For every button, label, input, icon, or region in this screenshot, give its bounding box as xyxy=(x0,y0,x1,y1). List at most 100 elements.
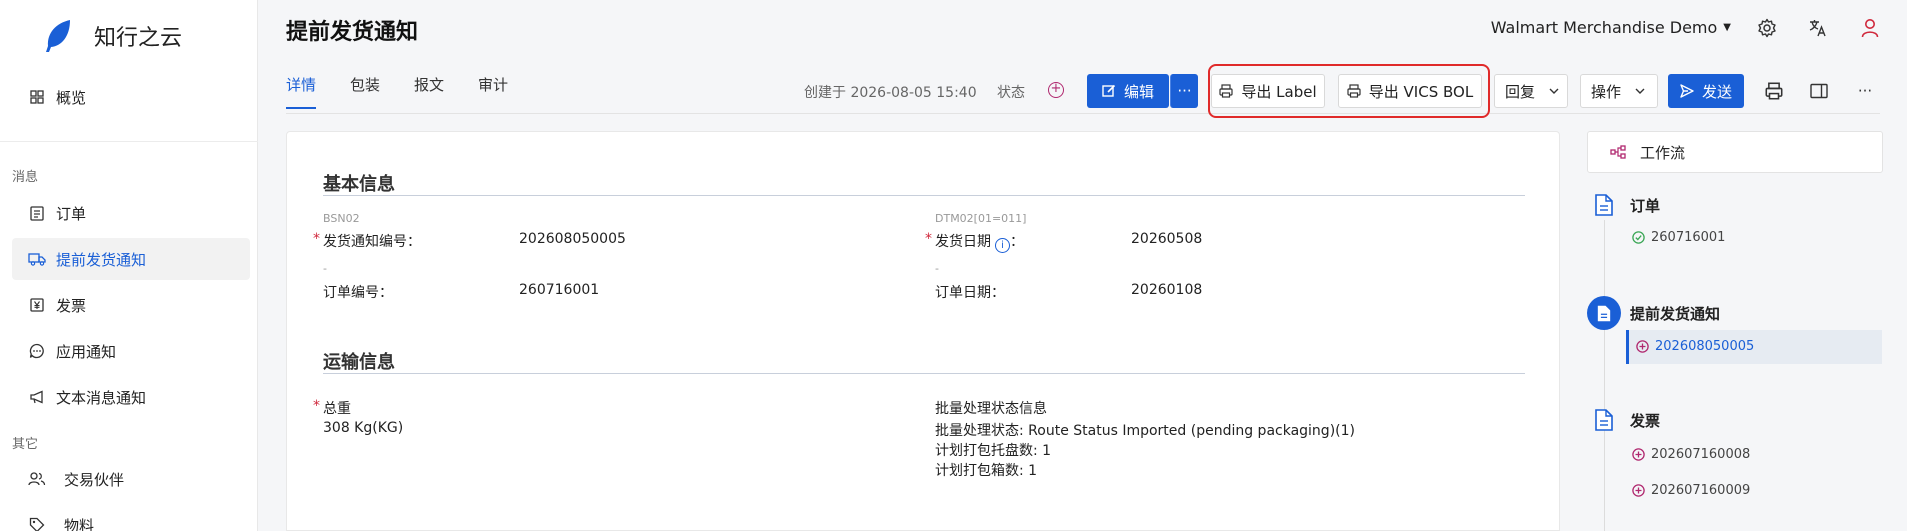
required-marker: * xyxy=(313,398,320,414)
edit-label: 编辑 xyxy=(1123,82,1154,101)
send-icon xyxy=(1680,84,1694,98)
add-status-icon[interactable]: + xyxy=(1048,82,1064,98)
order-number-value: 260716001 xyxy=(519,282,600,298)
gross-weight-value: 308 Kg(KG) xyxy=(323,420,404,436)
edit-icon xyxy=(1102,84,1116,98)
workflow-link-text: 202607160008 xyxy=(1651,447,1751,462)
edit-more-button[interactable]: ··· xyxy=(1170,74,1198,108)
tab-audit[interactable]: 审计 xyxy=(478,74,508,109)
sidebar-item-label: 物料 xyxy=(64,516,95,531)
tab-details[interactable]: 详情 xyxy=(286,74,317,109)
workflow-link-invoice[interactable]: 202607160009 xyxy=(1632,483,1750,498)
batch-status-title: 批量处理状态信息 xyxy=(935,401,1047,417)
users-icon xyxy=(28,470,46,488)
sidebar: 知行之云 概览 消息 订单 提前发货通知 发票 应用通知 文本消息通知 其它 交… xyxy=(0,0,258,531)
detail-tabs: 详情 包装 报文 审计 xyxy=(286,74,542,109)
yen-receipt-icon xyxy=(28,296,46,314)
translate-icon[interactable] xyxy=(1806,16,1830,40)
workflow-timeline xyxy=(1604,220,1605,531)
sidebar-item-partners[interactable]: 交易伙伴 xyxy=(12,458,250,500)
ship-date-value: 20260508 xyxy=(1131,231,1203,247)
sidebar-item-orders[interactable]: 订单 xyxy=(12,192,250,234)
nav-group-messages: 消息 xyxy=(12,170,39,185)
workflow-link-asn[interactable]: 202608050005 xyxy=(1636,339,1754,354)
sidebar-item-text-notices[interactable]: 文本消息通知 xyxy=(12,376,250,418)
tab-packaging[interactable]: 包装 xyxy=(350,74,380,109)
chevron-down-icon xyxy=(1549,88,1559,94)
workflow-link-invoice[interactable]: 202607160008 xyxy=(1632,447,1750,462)
sidebar-item-label: 概览 xyxy=(56,88,87,107)
document-icon xyxy=(1594,193,1614,217)
ship-date-label-text: 发货日期 xyxy=(935,234,991,250)
actions-dropdown[interactable]: 操作 xyxy=(1580,74,1658,108)
export-label-text: 导出 Label xyxy=(1241,82,1317,101)
add-circle-icon xyxy=(1632,484,1645,497)
field-code: DTM02[01=011] xyxy=(935,212,1027,225)
workflow-header[interactable]: 工作流 xyxy=(1587,131,1883,173)
status-label: 状态 xyxy=(997,85,1025,101)
print-icon[interactable] xyxy=(1762,79,1786,103)
ship-date-colon: ： xyxy=(1010,234,1024,250)
workflow-title: 工作流 xyxy=(1640,143,1686,162)
workflow-link-text: 260716001 xyxy=(1651,230,1726,245)
section-divider xyxy=(323,373,1525,374)
nav-group-other: 其它 xyxy=(12,437,39,452)
sidebar-item-asn[interactable]: 提前发货通知 xyxy=(12,238,250,280)
sidebar-item-label: 交易伙伴 xyxy=(64,470,125,489)
sidebar-item-overview[interactable]: 概览 xyxy=(12,76,250,118)
document-icon xyxy=(1594,408,1614,432)
page-title: 提前发货通知 xyxy=(286,20,419,45)
truck-icon xyxy=(28,250,46,268)
section-title-transport: 运输信息 xyxy=(323,352,395,373)
printer-icon xyxy=(1219,84,1233,98)
side-panel-icon[interactable] xyxy=(1807,79,1831,103)
gross-weight-label: 总重 xyxy=(323,401,351,417)
field-code: BSN02 xyxy=(323,212,360,225)
check-circle-icon xyxy=(1632,231,1645,244)
required-marker: * xyxy=(313,231,320,247)
sidebar-item-label: 提前发货通知 xyxy=(56,250,147,269)
export-label-button[interactable]: 导出 Label xyxy=(1211,74,1325,108)
export-vics-bol-text: 导出 VICS BOL xyxy=(1368,82,1474,101)
caret-down-icon: ▼ xyxy=(1723,22,1731,33)
edit-button[interactable]: 编辑 xyxy=(1087,74,1169,108)
sidebar-item-materials[interactable]: 物料 xyxy=(12,504,250,531)
sidebar-divider xyxy=(0,141,258,142)
workflow-step-title: 提前发货通知 xyxy=(1630,305,1721,323)
megaphone-icon xyxy=(28,388,46,406)
tag-icon xyxy=(28,516,46,531)
tab-message[interactable]: 报文 xyxy=(414,74,444,109)
field-code: - xyxy=(935,262,939,275)
brand[interactable]: 知行之云 xyxy=(44,16,182,56)
tabs-underline xyxy=(286,113,1880,114)
reply-dropdown[interactable]: 回复 xyxy=(1494,74,1568,108)
workflow-link-text: 202607160009 xyxy=(1651,483,1751,498)
created-at: 创建于 2026-08-05 15:40 xyxy=(804,85,977,101)
settings-gear-icon[interactable] xyxy=(1755,16,1779,40)
add-circle-icon xyxy=(1632,448,1645,461)
info-icon[interactable]: i xyxy=(995,238,1010,253)
more-options-icon[interactable]: ··· xyxy=(1853,79,1877,103)
sidebar-item-label: 发票 xyxy=(56,296,87,315)
active-document-icon xyxy=(1587,296,1621,330)
chat-bubble-icon xyxy=(28,342,46,360)
sidebar-item-app-notices[interactable]: 应用通知 xyxy=(12,330,250,372)
workflow-step-title: 订单 xyxy=(1630,197,1661,215)
sidebar-item-invoices[interactable]: 发票 xyxy=(12,284,250,326)
user-profile-icon[interactable] xyxy=(1858,16,1882,40)
send-button[interactable]: 发送 xyxy=(1668,74,1744,108)
export-vics-bol-button[interactable]: 导出 VICS BOL xyxy=(1338,74,1482,108)
sidebar-item-label: 订单 xyxy=(56,204,87,223)
workflow-link-order[interactable]: 260716001 xyxy=(1632,230,1725,245)
printer-icon xyxy=(1347,84,1361,98)
asn-number-value: 202608050005 xyxy=(519,231,626,247)
ship-date-label: 发货日期 i： xyxy=(935,231,1024,253)
workflow-link-text: 202608050005 xyxy=(1655,339,1755,354)
order-date-value: 20260108 xyxy=(1131,282,1203,298)
required-marker: * xyxy=(925,231,932,247)
asn-number-label: 发货通知编号： xyxy=(323,234,421,250)
workflow-icon xyxy=(1610,145,1626,159)
send-label: 发送 xyxy=(1701,82,1732,101)
org-name: Walmart Merchandise Demo xyxy=(1490,18,1718,37)
org-selector[interactable]: Walmart Merchandise Demo ▼ xyxy=(1491,18,1731,37)
